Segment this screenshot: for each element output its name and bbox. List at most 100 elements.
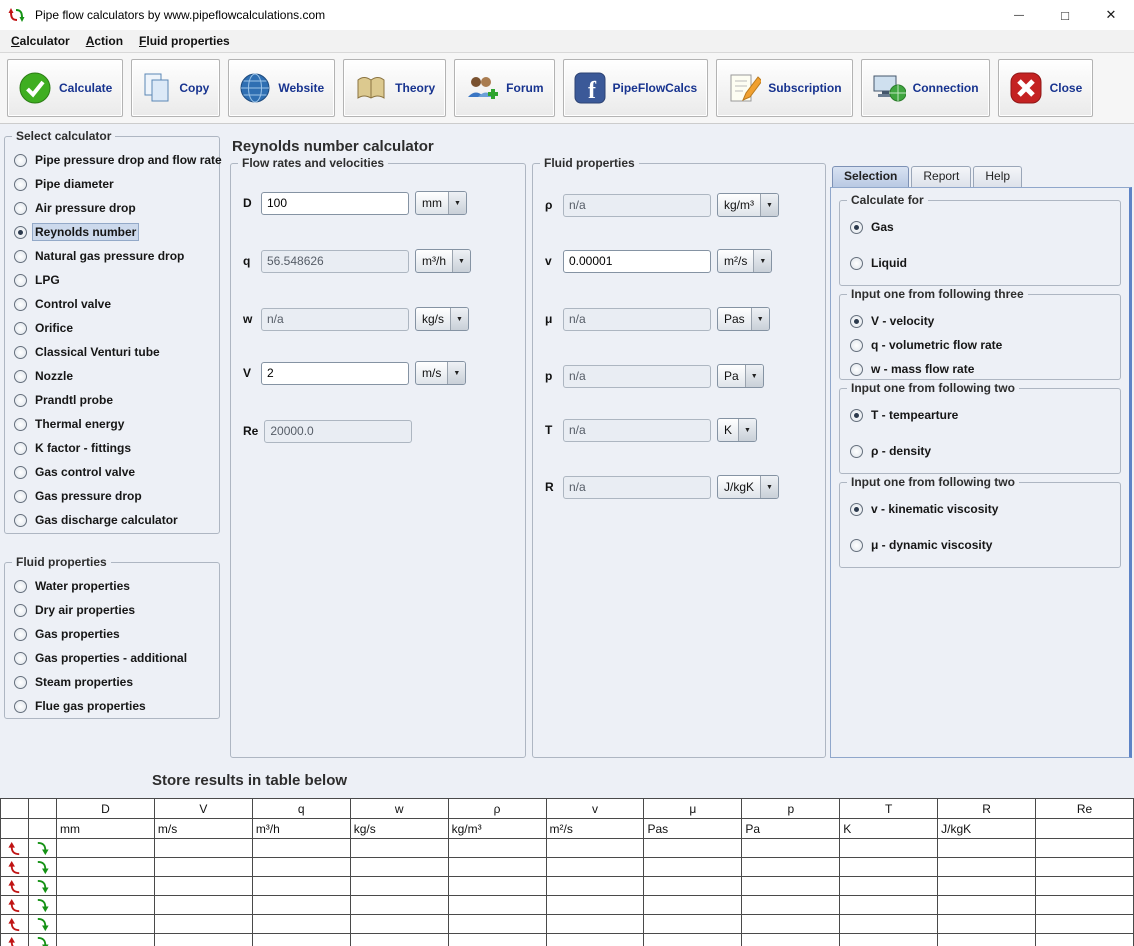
column-header: Re (1036, 799, 1134, 819)
close-app-button[interactable]: Close (998, 59, 1094, 117)
result-cell (350, 915, 448, 934)
fluid-list: Water properties Dry air properties Gas … (5, 574, 219, 718)
recall-row-button[interactable] (1, 858, 29, 877)
radio-option[interactable]: v - kinematic viscosity (848, 498, 1112, 520)
radio-option[interactable]: w - mass flow rate (848, 358, 1112, 380)
calculator-option[interactable]: Gas pressure drop (5, 484, 219, 508)
store-row-button[interactable] (29, 934, 57, 946)
fluid-option[interactable]: Gas properties - additional (5, 646, 219, 670)
store-row-button[interactable] (29, 839, 57, 858)
calculator-option[interactable]: Thermal energy (5, 412, 219, 436)
tab[interactable]: Help (973, 166, 1022, 187)
result-cell (350, 839, 448, 858)
radio-icon (850, 539, 863, 552)
store-row-button[interactable] (29, 915, 57, 934)
recall-row-button[interactable] (1, 877, 29, 896)
radio-option[interactable]: T - tempearture (848, 404, 1112, 426)
radio-option[interactable]: ρ - density (848, 440, 1112, 462)
input-V[interactable]: 2 (261, 362, 409, 385)
store-row-button[interactable] (29, 896, 57, 915)
tab[interactable]: Report (911, 166, 971, 187)
unit-combo-nu[interactable]: m²/s (717, 249, 772, 273)
calculator-option[interactable]: Nozzle (5, 364, 219, 388)
chevron-down-icon (760, 476, 778, 498)
input-nu[interactable]: 0.00001 (563, 250, 711, 273)
fluid-option[interactable]: Dry air properties (5, 598, 219, 622)
column-unit (1036, 819, 1134, 839)
calculator-option[interactable]: Natural gas pressure drop (5, 244, 219, 268)
recall-row-button[interactable] (1, 915, 29, 934)
calculator-option[interactable]: K factor - fittings (5, 436, 219, 460)
menu-calculator[interactable]: Calculator (3, 31, 78, 51)
theory-button[interactable]: Theory (343, 59, 446, 117)
minimize-icon[interactable] (996, 0, 1042, 30)
unit-combo-R[interactable]: J/kgK (717, 475, 779, 499)
website-button[interactable]: Website (228, 59, 335, 117)
menu-action[interactable]: Action (78, 31, 131, 51)
chevron-down-icon (745, 365, 763, 387)
red-up-arrow-icon (7, 879, 22, 894)
toolbar: Calculate Copy Website Theory Forum f Pi… (0, 53, 1134, 124)
pipeflowcalcs-button[interactable]: f PipeFlowCalcs (563, 59, 709, 117)
fluid-option[interactable]: Water properties (5, 574, 219, 598)
forum-button[interactable]: Forum (454, 59, 554, 117)
maximize-icon[interactable] (1042, 0, 1088, 30)
copy-button[interactable]: Copy (131, 59, 220, 117)
result-cell (1036, 877, 1134, 896)
calculator-option[interactable]: Air pressure drop (5, 196, 219, 220)
result-cell (938, 839, 1036, 858)
radio-option[interactable]: μ - dynamic viscosity (848, 534, 1112, 556)
input-D[interactable]: 100 (261, 192, 409, 215)
calculator-option[interactable]: LPG (5, 268, 219, 292)
radio-icon (14, 322, 27, 335)
calculator-option[interactable]: Control valve (5, 292, 219, 316)
recall-row-button[interactable] (1, 934, 29, 946)
tab[interactable]: Selection (832, 166, 909, 187)
recall-row-button[interactable] (1, 839, 29, 858)
result-cell (742, 839, 840, 858)
fluid-option[interactable]: Steam properties (5, 670, 219, 694)
column-unit: Pa (742, 819, 840, 839)
unit-combo-T[interactable]: K (717, 418, 757, 442)
fluid-option[interactable]: Flue gas properties (5, 694, 219, 718)
radio-option[interactable]: q - volumetric flow rate (848, 334, 1112, 356)
column-header: D (57, 799, 155, 819)
calculator-option[interactable]: Reynolds number (5, 220, 219, 244)
fluid-props-main-group: Fluid properties ρ n/a kg/m³ v 0.00001 m… (532, 163, 826, 758)
calculator-option[interactable]: Gas control valve (5, 460, 219, 484)
radio-option[interactable]: Gas (848, 216, 1112, 238)
connection-button[interactable]: Connection (861, 59, 990, 117)
calculate-button[interactable]: Calculate (7, 59, 123, 117)
menu-fluid-properties[interactable]: Fluid properties (131, 31, 238, 51)
calculator-option[interactable]: Orifice (5, 316, 219, 340)
close-icon[interactable] (1088, 0, 1134, 30)
column-unit: mm (57, 819, 155, 839)
facebook-icon: f (574, 72, 606, 104)
unit-combo-q[interactable]: m³/h (415, 249, 471, 273)
radio-icon (850, 339, 863, 352)
field-label-rho: ρ (545, 198, 557, 212)
unit-combo-w[interactable]: kg/s (415, 307, 469, 331)
calculator-option[interactable]: Pipe pressure drop and flow rate (5, 148, 219, 172)
calculator-option[interactable]: Gas discharge calculator (5, 508, 219, 532)
unit-combo-mu[interactable]: Pas (717, 307, 770, 331)
unit-combo-V[interactable]: m/s (415, 361, 466, 385)
chevron-down-icon (751, 308, 769, 330)
unit-combo-p[interactable]: Pa (717, 364, 764, 388)
calculator-option[interactable]: Pipe diameter (5, 172, 219, 196)
unit-combo-D[interactable]: mm (415, 191, 467, 215)
subscription-button[interactable]: Subscription (716, 59, 852, 117)
recall-row-button[interactable] (1, 896, 29, 915)
radio-option[interactable]: V - velocity (848, 310, 1112, 332)
radio-option[interactable]: Liquid (848, 252, 1112, 274)
store-row-button[interactable] (29, 877, 57, 896)
calculator-option[interactable]: Classical Venturi tube (5, 340, 219, 364)
radio-icon (14, 466, 27, 479)
fluid-option[interactable]: Gas properties (5, 622, 219, 646)
result-cell (546, 839, 644, 858)
store-row-button[interactable] (29, 858, 57, 877)
input-mu: n/a (563, 308, 711, 331)
unit-combo-rho[interactable]: kg/m³ (717, 193, 779, 217)
calculator-option[interactable]: Prandtl probe (5, 388, 219, 412)
input-three-group: Input one from following three V - veloc… (839, 294, 1121, 380)
